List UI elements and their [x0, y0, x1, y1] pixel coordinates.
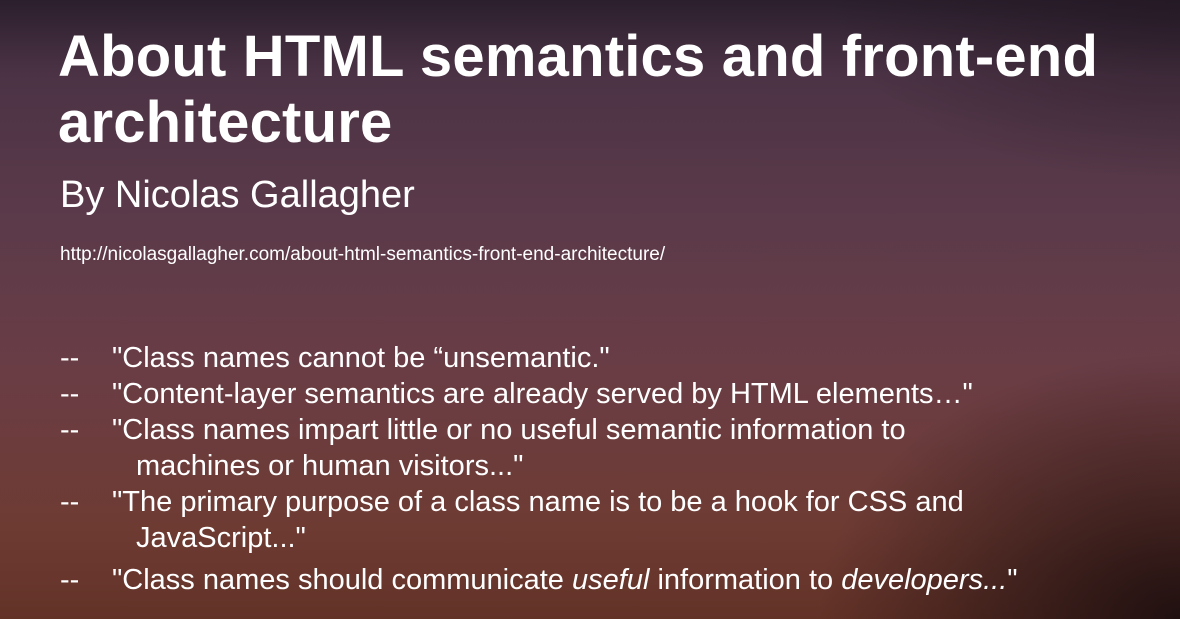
- quote-line: "Class names impart little or no useful …: [112, 414, 906, 446]
- quote-text: "The primary purpose of a class name is …: [112, 484, 1160, 556]
- dash-bullet: --: [60, 414, 80, 446]
- quote-fragment: ": [1007, 564, 1018, 596]
- list-item: -- "Class names should communicate usefu…: [60, 562, 1160, 598]
- article-link[interactable]: http://nicolasgallagher.com/about-html-s…: [60, 243, 665, 267]
- slide-title: About HTML semantics and front-end archi…: [58, 24, 1099, 155]
- quote-line: "The primary purpose of a class name is …: [112, 486, 964, 518]
- quote-fragment: information to: [649, 564, 842, 596]
- quote-continuation: JavaScript...": [136, 522, 306, 554]
- quote-text: "Class names cannot be “unsemantic.": [112, 342, 610, 374]
- dash-bullet: --: [60, 564, 80, 596]
- quote-text: "Class names impart little or no useful …: [112, 412, 1160, 484]
- list-item: -- "The primary purpose of a class name …: [60, 484, 1160, 556]
- dash-bullet: --: [60, 342, 80, 374]
- list-item: -- "Class names cannot be “unsemantic.": [60, 340, 1160, 376]
- quote-list: -- "Class names cannot be “unsemantic." …: [60, 340, 1160, 598]
- slide: About HTML semantics and front-end archi…: [0, 0, 1180, 619]
- list-item: -- "Class names impart little or no usef…: [60, 412, 1160, 484]
- dash-bullet: --: [60, 378, 80, 410]
- quote-text: "Class names should communicate useful i…: [112, 562, 1160, 598]
- list-item: -- "Content-layer semantics are already …: [60, 376, 1160, 412]
- quote-continuation: machines or human visitors...": [136, 450, 524, 482]
- quote-fragment: "Class names should communicate: [112, 564, 572, 596]
- emphasis-developers: developers...: [841, 564, 1008, 596]
- dash-bullet: --: [60, 486, 80, 518]
- author-byline: By Nicolas Gallagher: [60, 174, 415, 216]
- emphasis-useful: useful: [572, 564, 650, 596]
- quote-text: "Content-layer semantics are already ser…: [112, 378, 973, 410]
